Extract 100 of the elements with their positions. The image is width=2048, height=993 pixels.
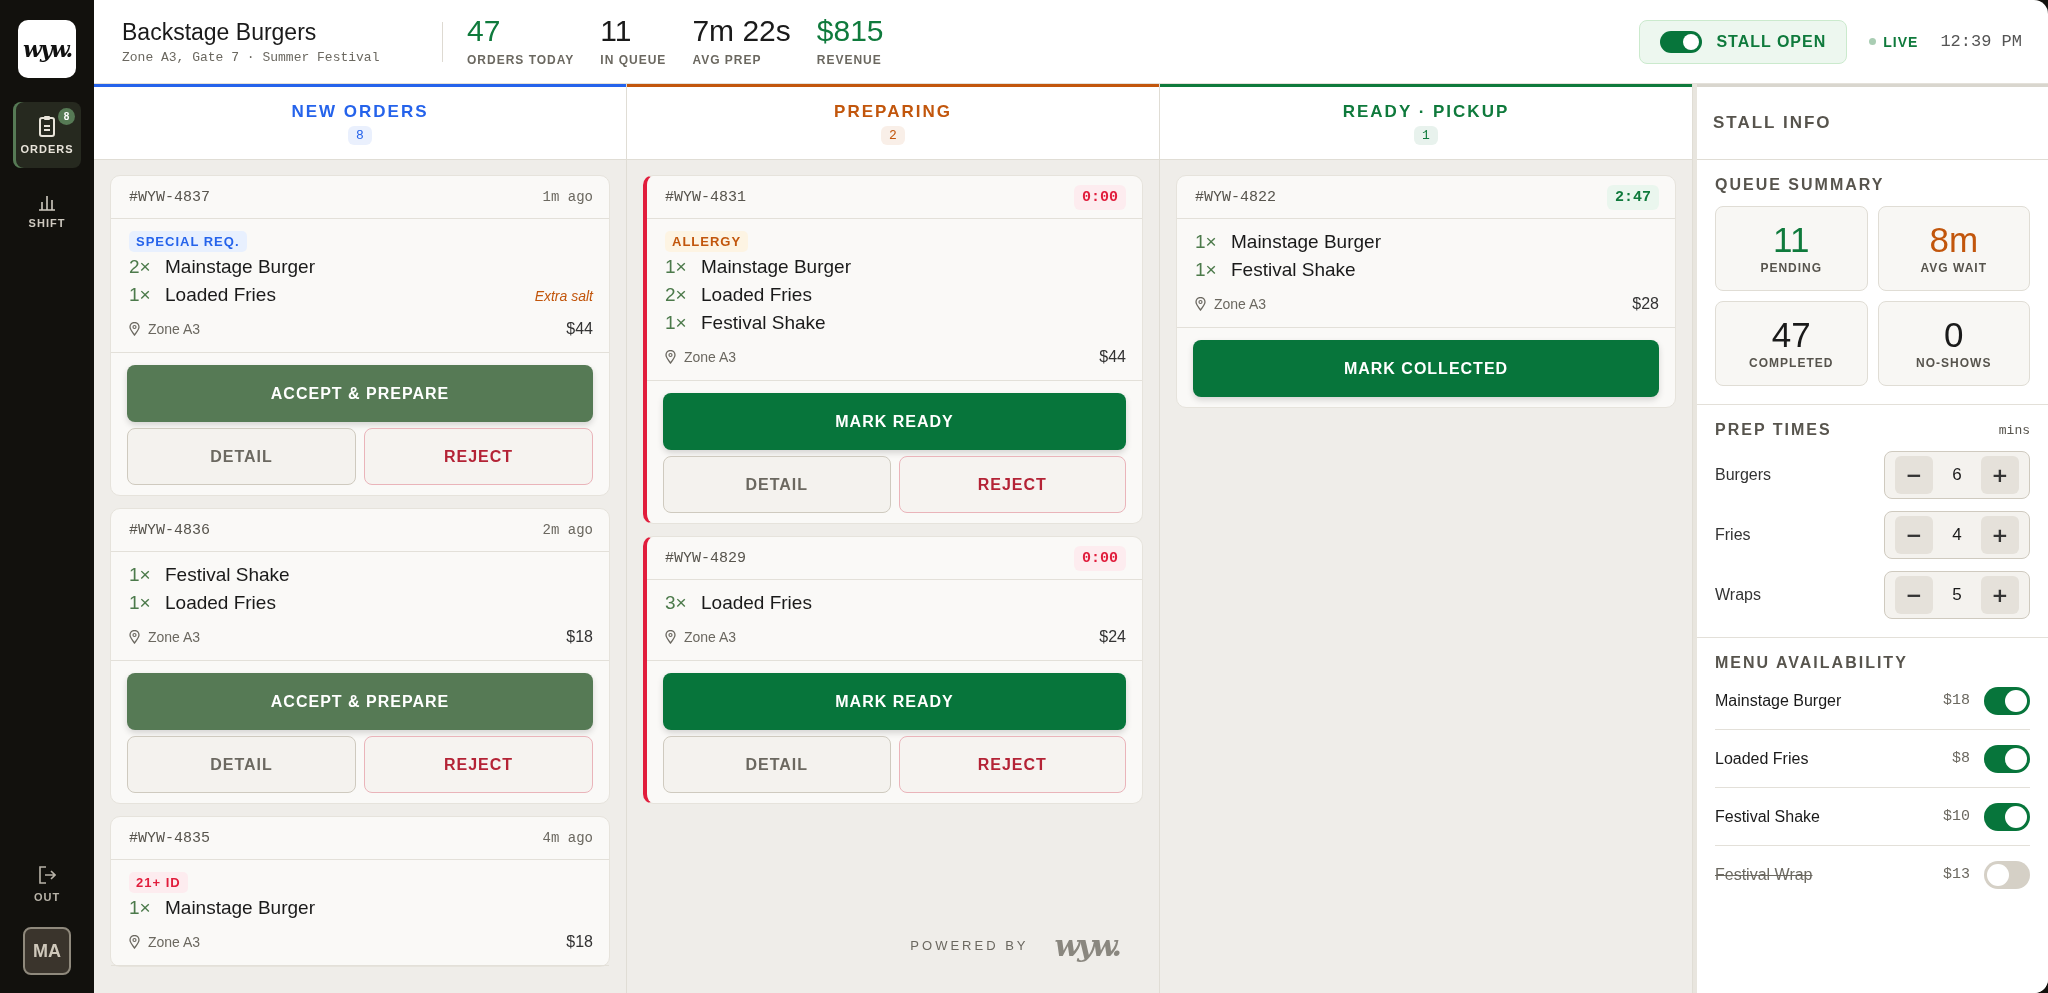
logout-button[interactable]: OUT [13,851,81,917]
menu-item-name: Festival Shake [1715,807,1821,826]
pickup-zone: Zone A3 [148,934,202,950]
order-total: $44 [1099,348,1126,366]
tile-value: 8m [1929,222,1979,257]
item-name: Mainstage Burger [1231,231,1382,253]
decrease-button[interactable]: − [1895,516,1933,554]
clipboard-icon [38,115,56,137]
column-title: READY · PICKUP [1342,101,1510,122]
pickup-zone: Zone A3 [684,349,738,365]
menu-item-price: $18 [1943,692,1970,709]
availability-toggle[interactable] [1984,860,2030,889]
item-name: Festival Shake [1231,259,1357,281]
location-pin-icon [665,350,676,364]
decrease-button[interactable]: − [1895,456,1933,494]
location-pin-icon [1195,297,1206,311]
stat-label: AVG PREP [692,53,763,67]
item-quantity: 1× [129,564,152,586]
stat-value: 11 [600,16,633,46]
accept-button[interactable]: ACCEPT & PREPARE [127,365,593,422]
order-tag: SPECIAL REQ. [129,231,247,252]
order-timer: 0:00 [1074,545,1126,571]
count-badge: 2 [881,125,905,145]
increase-button[interactable]: + [1981,576,2019,614]
order-age: 2m ago [542,522,593,538]
stat-value: 7m 22s [692,16,791,46]
decrease-button[interactable]: − [1895,576,1933,614]
item-name: Mainstage Burger [701,256,852,278]
user-avatar[interactable]: MA [23,927,71,975]
order-total: $28 [1632,295,1659,313]
stepper-value: 4 [1952,525,1962,545]
mark-ready-button[interactable]: MARK READY [663,673,1126,730]
count-badge: 8 [348,125,372,145]
mark-collected-button[interactable]: MARK COLLECTED [1193,340,1659,397]
reject-button[interactable]: REJECT [898,736,1126,793]
powered-by-label: POWERED BY [910,938,1029,953]
detail-button[interactable]: DETAIL [663,736,891,793]
prep-label: Wraps [1715,586,1761,604]
clock-time: 12:39 PM [1940,32,2022,51]
item-quantity: 1× [129,284,152,306]
count-badge: 8 [58,108,75,125]
menu-item-name: Festival Wrap [1715,865,1814,884]
availability-toggle[interactable] [1984,802,2030,831]
count-badge: 1 [1414,125,1438,145]
order-total: $18 [566,933,593,951]
exit-icon [38,865,56,885]
tile-label: COMPLETED [1749,356,1834,370]
live-dot [1869,38,1877,45]
increase-button[interactable]: + [1981,456,2019,494]
item-quantity: 2× [129,256,152,278]
stat-label: ORDERS TODAY [467,53,575,67]
item-name: Loaded Fries [165,592,277,614]
tile-value: 11 [1773,222,1810,257]
live-label: LIVE [1883,33,1919,50]
detail-button[interactable]: DETAIL [127,428,356,485]
prep-label: Fries [1715,526,1751,544]
stat-value: $815 [816,16,884,46]
tile-label: AVG WAIT [1920,261,1987,275]
reject-button[interactable]: REJECT [364,736,593,793]
location-pin-icon [665,630,676,644]
detail-button[interactable]: DETAIL [127,736,356,793]
menu-item-price: $13 [1943,866,1970,883]
availability-toggle[interactable] [1984,744,2030,773]
item-name: Loaded Fries [701,592,813,614]
order-total: $44 [566,320,593,338]
nav-item[interactable]: SHIFT [13,178,81,244]
order-total: $18 [566,628,593,646]
bar-chart-icon [38,193,56,211]
item-quantity: 3× [665,592,688,614]
item-name: Festival Shake [701,312,827,334]
order-number: #WYW-4831 [665,188,746,206]
menu-item-price: $10 [1943,808,1970,825]
order-timer: 0:00 [1074,184,1126,210]
item-quantity: 1× [665,312,688,334]
order-timer: 2:47 [1607,184,1659,210]
location-pin-icon [129,322,140,336]
stall-status-toggle[interactable]: STALL OPEN [1639,19,1848,64]
item-quantity: 2× [665,284,688,306]
item-name: Mainstage Burger [165,256,316,278]
menu-item-name: Mainstage Burger [1715,691,1843,710]
pickup-zone: Zone A3 [148,629,202,645]
order-age: 1m ago [542,189,593,205]
reject-button[interactable]: REJECT [898,456,1126,513]
unit-label: mins [1998,422,2030,438]
tile-value: 0 [1944,317,1964,352]
menu-item-name: Loaded Fries [1715,749,1810,768]
mark-ready-button[interactable]: MARK READY [663,393,1126,450]
increase-button[interactable]: + [1981,516,2019,554]
availability-toggle[interactable] [1984,686,2030,715]
order-number: #WYW-4837 [129,188,210,206]
pickup-zone: Zone A3 [148,321,202,337]
order-age: 4m ago [542,830,593,846]
detail-button[interactable]: DETAIL [663,456,891,513]
accept-button[interactable]: ACCEPT & PREPARE [127,673,593,730]
item-quantity: 1× [129,592,152,614]
order-number: #WYW-4829 [665,549,746,567]
nav-item[interactable]: ORDERS 8 [13,102,81,168]
stall-location: Zone A3, Gate 7 · Summer Festival [122,49,381,65]
prep-label: Burgers [1715,466,1772,484]
reject-button[interactable]: REJECT [364,428,593,485]
